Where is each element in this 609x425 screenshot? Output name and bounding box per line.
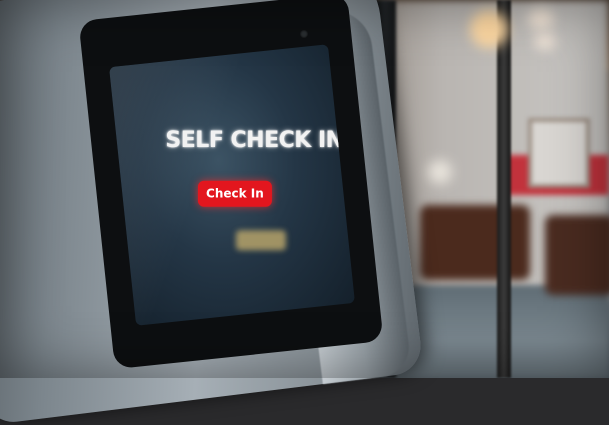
secondary-button[interactable]: [235, 230, 286, 251]
kiosk-screen: SELF CHECK IN Check In: [109, 44, 355, 326]
ceiling-light: [534, 32, 556, 50]
kiosk-sensor: [300, 30, 308, 38]
check-in-button[interactable]: Check In: [197, 180, 272, 207]
ceiling-light: [528, 8, 554, 30]
wall-light: [428, 160, 452, 184]
wall-picture-frame: [528, 118, 590, 188]
ceiling-light: [470, 10, 508, 48]
lobby-armchair: [545, 215, 609, 295]
screen-title: SELF CHECK IN: [165, 127, 344, 153]
lobby-sofa: [420, 205, 530, 280]
lamp-pole: [497, 0, 511, 378]
